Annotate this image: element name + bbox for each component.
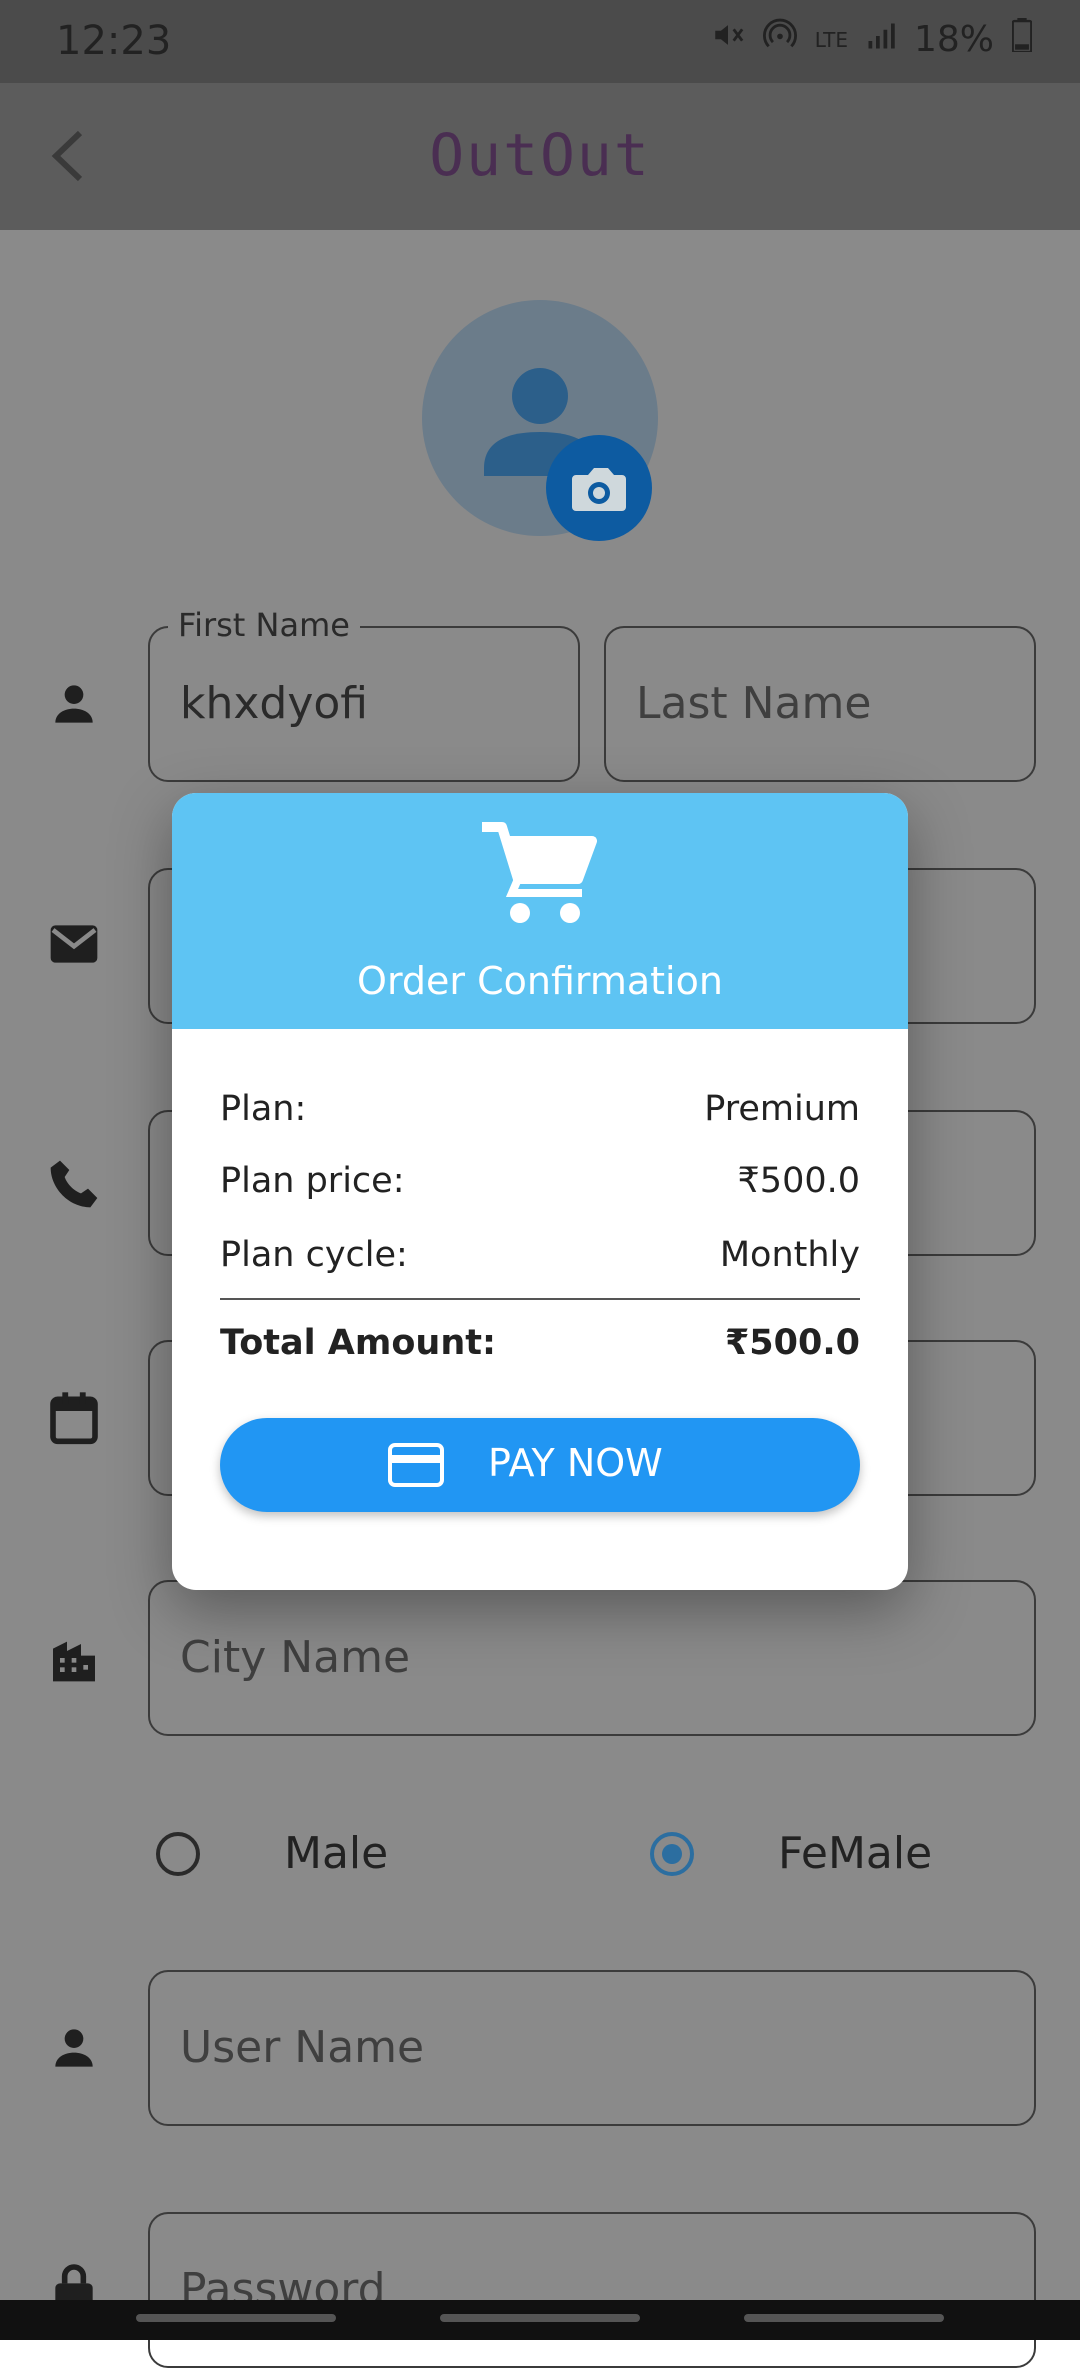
hotspot-icon xyxy=(762,18,797,61)
system-nav-bar xyxy=(0,2300,1080,2340)
nav-pill[interactable] xyxy=(136,2314,336,2322)
plan-value: Premium xyxy=(704,1089,860,1129)
username-field[interactable]: User Name xyxy=(148,1970,1036,2126)
status-bar: 12:23 LTE 18% xyxy=(0,0,1080,83)
first-name-value: khxdyofi xyxy=(180,678,369,729)
pay-now-button[interactable]: PAY NOW xyxy=(220,1418,860,1512)
status-icons: LTE 18% xyxy=(711,18,1033,61)
nav-pill[interactable] xyxy=(744,2314,944,2322)
calendar-icon xyxy=(46,1390,102,1446)
last-name-field[interactable]: Last Name xyxy=(604,626,1036,782)
plan-price-value: ₹500.0 xyxy=(737,1161,860,1201)
gender-male-radio[interactable] xyxy=(156,1832,200,1876)
battery-icon xyxy=(1011,18,1033,61)
password-field[interactable]: Password xyxy=(148,2212,1036,2368)
signal-icon xyxy=(866,19,896,60)
dialog-title: Order Confirmation xyxy=(357,959,723,1003)
plan-price-label: Plan price: xyxy=(220,1161,405,1201)
app-bar: OutOut xyxy=(0,83,1080,230)
battery-percent: 18% xyxy=(913,19,994,60)
total-amount-label: Total Amount: xyxy=(220,1323,496,1363)
city-icon xyxy=(46,1630,102,1686)
order-confirmation-dialog: Order Confirmation Plan: Premium Plan pr… xyxy=(172,793,908,1590)
volte-label: LTE xyxy=(814,27,848,52)
app-title: OutOut xyxy=(429,121,651,189)
person-icon xyxy=(46,676,102,732)
username-placeholder: User Name xyxy=(180,2022,425,2073)
divider xyxy=(220,1298,860,1300)
total-amount-value: ₹500.0 xyxy=(724,1323,860,1363)
plan-label: Plan: xyxy=(220,1089,307,1129)
pay-now-label: PAY NOW xyxy=(488,1441,663,1485)
email-icon xyxy=(46,916,102,972)
first-name-field[interactable]: First Name khxdyofi xyxy=(148,606,580,782)
city-placeholder: City Name xyxy=(180,1632,411,1683)
shopping-cart-icon xyxy=(478,817,602,933)
city-field[interactable]: City Name xyxy=(148,1580,1036,1736)
credit-card-icon xyxy=(388,1443,444,1491)
status-time: 12:23 xyxy=(56,18,172,64)
camera-button[interactable] xyxy=(546,435,652,541)
plan-cycle-label: Plan cycle: xyxy=(220,1235,408,1275)
phone-icon xyxy=(46,1156,102,1212)
gender-female-label: FeMale xyxy=(778,1828,933,1879)
plan-cycle-value: Monthly xyxy=(719,1235,860,1275)
first-name-label: First Name xyxy=(168,606,360,644)
user-icon xyxy=(46,2020,102,2076)
gender-female-radio[interactable] xyxy=(650,1832,694,1876)
mute-icon xyxy=(711,18,745,61)
gender-male-label: Male xyxy=(284,1828,389,1879)
camera-icon xyxy=(572,468,626,511)
dialog-header: Order Confirmation xyxy=(172,793,908,1029)
last-name-placeholder: Last Name xyxy=(636,678,872,729)
nav-pill[interactable] xyxy=(440,2314,640,2322)
